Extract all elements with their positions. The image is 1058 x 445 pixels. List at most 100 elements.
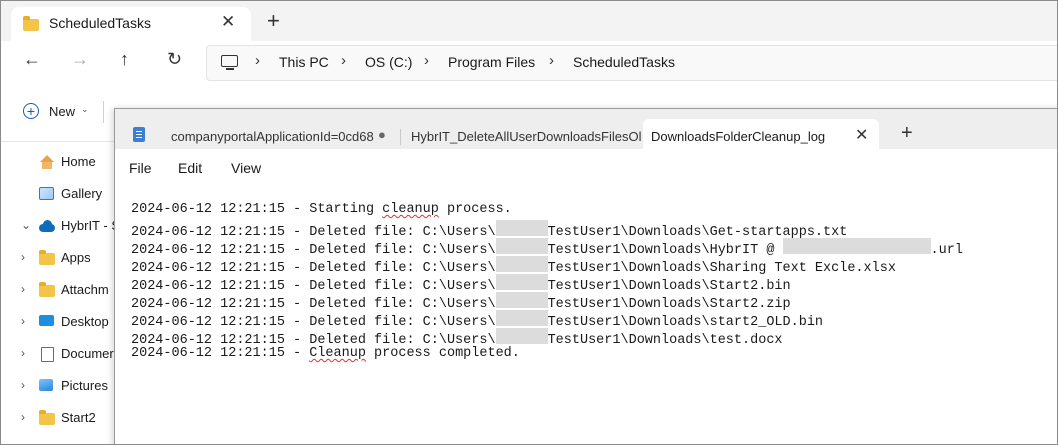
explorer-nav-bar: ← → ↑ ↻ › This PC › OS (C:) › Program Fi… [1,41,1057,83]
chevron-right-icon[interactable]: › [21,410,25,424]
log-text: .url [930,243,963,258]
sidebar-item-label: Apps [61,250,91,265]
tab-label: HybrIT_DeleteAllUserDownloadsFilesOlder [411,129,641,144]
sidebar-item-pictures[interactable]: › Pictures [1,375,115,399]
navigation-pane: Home Gallery ⌄ HybrIT - Sr › Apps › Atta… [1,142,124,444]
log-text: Starting [309,202,383,217]
sidebar-item-attachments[interactable]: › Attachm [1,279,115,303]
sidebar-item-home[interactable]: Home [1,151,115,175]
menu-view[interactable]: View [231,160,261,176]
tab-divider [400,129,401,145]
computer-icon [221,55,238,70]
sidebar-item-documents[interactable]: › Documer [1,343,115,367]
tab-deletealluserdownloads[interactable]: HybrIT_DeleteAllUserDownloadsFilesOlder [411,123,641,149]
chevron-right-icon[interactable]: › [21,346,25,360]
log-line: 2024-06-12 12:21:15 - Deleted file: C:\U… [131,274,791,294]
desktop-screenshot: ScheduledTasks ✕ + ← → ↑ ↻ › This PC › O… [0,0,1058,445]
gallery-icon [39,187,54,200]
new-tab-button[interactable]: + [267,8,280,34]
close-icon[interactable]: ✕ [221,12,235,32]
log-line: 2024-06-12 12:21:15 - Deleted file: C:\U… [131,256,896,276]
redacted-username [495,220,548,236]
folder-icon [39,410,55,425]
text-editor[interactable]: 2024-06-12 12:21:15 - Starting cleanup p… [115,187,1057,444]
refresh-button[interactable]: ↻ [167,49,182,70]
folder-icon [23,16,39,31]
chevron-right-icon[interactable]: › [549,52,554,69]
sidebar-item-onedrive[interactable]: ⌄ HybrIT - Sr [1,215,124,239]
chevron-right-icon[interactable]: › [255,52,260,69]
back-button[interactable]: ← [23,49,41,70]
cloud-icon [39,219,55,233]
log-line: 2024-06-12 12:21:15 - Deleted file: C:\U… [131,220,847,240]
log-line: 2024-06-12 12:21:15 - Starting cleanup p… [131,202,512,220]
log-line: 2024-06-12 12:21:15 - Deleted file: C:\U… [131,310,823,330]
redacted-filename [782,238,931,254]
redacted-username [495,238,548,254]
breadcrumb-program-files[interactable]: Program Files [448,54,535,70]
explorer-tab-bar: ScheduledTasks ✕ + [1,1,1057,41]
chevron-down-icon: ⌄ [81,104,89,114]
chevron-right-icon[interactable]: › [21,282,25,296]
chevron-right-icon[interactable]: › [21,314,25,328]
forward-button[interactable]: → [71,49,89,70]
sidebar-item-gallery[interactable]: Gallery [1,183,115,207]
sidebar-item-label: Documer [61,346,114,361]
pictures-icon [39,379,53,391]
unsaved-dot-icon: ● [378,127,386,142]
log-line: 2024-06-12 12:21:15 - Deleted file: C:\U… [131,328,783,348]
sidebar-item-apps[interactable]: › Apps [1,247,115,271]
toolbar-divider [103,101,104,123]
spellcheck-word: cleanup [382,202,439,217]
close-icon[interactable]: ✕ [855,125,868,145]
menu-file[interactable]: File [129,160,152,176]
redacted-username [495,328,548,344]
menu-edit[interactable]: Edit [178,160,202,176]
chevron-right-icon[interactable]: › [21,250,25,264]
sidebar-item-start2[interactable]: › Start2 [1,407,115,431]
up-button[interactable]: ↑ [120,49,129,70]
log-timestamp: 2024-06-12 12:21:15 - [131,346,310,361]
sidebar-item-label: Home [61,154,96,169]
plus-circle-icon: + [23,103,39,119]
notepad-menu-bar: File Edit View [115,149,1057,187]
breadcrumb-this-pc[interactable]: This PC [279,54,329,70]
sidebar-item-label: Attachm [61,282,109,297]
explorer-tab[interactable]: ScheduledTasks ✕ [11,7,251,41]
sidebar-item-label: Pictures [61,378,108,393]
chevron-right-icon[interactable]: › [341,52,346,69]
notepad-window: companyportalApplicationId=0cd68 ● HybrI… [114,108,1057,444]
new-button-label: New [49,104,76,119]
chevron-down-icon[interactable]: ⌄ [21,218,31,232]
spellcheck-word: Cleanup [309,346,366,361]
documents-icon [41,347,54,362]
tab-companyportal[interactable]: companyportalApplicationId=0cd68 ● [171,123,391,149]
home-icon [39,155,55,169]
log-line: 2024-06-12 12:21:15 - Deleted file: C:\U… [131,238,963,258]
sidebar-item-label: Gallery [61,186,103,201]
sidebar-item-label: Desktop [61,314,109,329]
folder-icon [39,282,55,297]
breadcrumb-os-c[interactable]: OS (C:) [365,54,412,70]
notepad-tab-bar: companyportalApplicationId=0cd68 ● HybrI… [115,109,1057,149]
sidebar-item-desktop[interactable]: › Desktop [1,311,115,335]
log-line: 2024-06-12 12:21:15 - Deleted file: C:\U… [131,292,791,312]
chevron-right-icon[interactable]: › [21,378,25,392]
new-tab-button[interactable]: + [901,122,913,145]
breadcrumb-scheduledtasks[interactable]: ScheduledTasks [573,54,675,70]
tab-label: DownloadsFolderCleanup_log [651,129,826,144]
folder-icon [39,250,55,265]
notepad-app-icon [133,127,145,142]
chevron-right-icon[interactable]: › [424,52,429,69]
log-line: 2024-06-12 12:21:15 - Cleanup process co… [131,346,520,364]
redacted-username [495,292,548,308]
redacted-username [495,310,548,326]
redacted-username [495,256,548,272]
log-filepath: TestUser1\Downloads\test.docx [547,333,783,348]
tab-downloadsfoldercleanup-log[interactable]: DownloadsFolderCleanup_log ✕ [643,119,879,149]
desktop-icon [39,315,54,326]
address-bar[interactable]: › This PC › OS (C:) › Program Files › Sc… [206,45,1057,81]
tab-label: companyportalApplicationId=0cd68 [171,129,374,144]
redacted-username [495,274,548,290]
sidebar-item-label: Start2 [61,410,96,425]
